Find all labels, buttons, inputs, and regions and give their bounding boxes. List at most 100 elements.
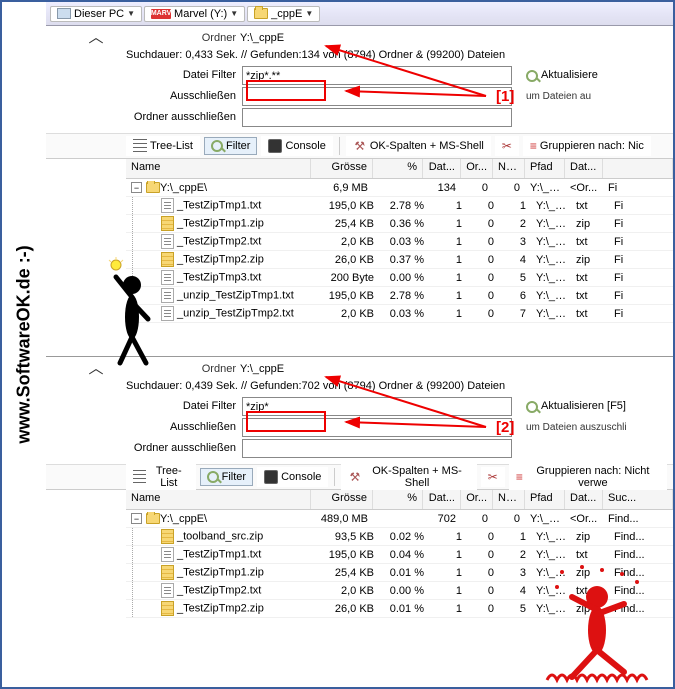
filter-button[interactable]: Filter [204,137,257,155]
cell-size: 6,9 MB [311,181,373,195]
col-ext[interactable]: Dat... [565,159,603,178]
filter-input[interactable] [242,397,512,416]
breadcrumb-pc[interactable]: Dieser PC ▼ [50,6,142,22]
table-row[interactable]: _TestZipTmp2.zip26,0 KB0.37 %104Y:\_c...… [126,251,673,269]
refresh-icon [526,70,538,82]
cell-nu: 5 [499,271,531,285]
cell-pfad: Y:\_c... [531,217,571,231]
cell-pct [373,187,423,189]
group-button[interactable]: ≡Gruppieren nach: Nic [523,136,651,156]
table-row[interactable]: − Y:\_cppE\6,9 MB13400Y:\_c...<Or...Fi [126,179,673,197]
refresh-link[interactable]: Aktualisiere [526,67,598,84]
refresh-icon [526,401,538,413]
cell-or: 0 [467,253,499,267]
cell-ext: txt [571,289,609,303]
col-nu[interactable]: Nu... [493,159,525,178]
drive-icon: MARV [151,9,171,19]
col-ext[interactable]: Dat... [565,490,603,509]
tree-list-button[interactable]: Tree-List [126,136,200,156]
cell-pct: 0.01 % [379,566,429,580]
breadcrumb-drive-label: Marvel (Y:) [174,8,227,20]
table-row[interactable]: _TestZipTmp2.zip26,0 KB0.01 %105Y:\_c...… [126,600,673,618]
cell-size: 195,0 KB [317,199,379,213]
folder-icon [146,182,160,193]
col-pct[interactable]: % [373,490,423,509]
group-icon: ≡ [530,139,537,153]
info-area: OrdnerY:\_cppESuchdauer: 0,439 Sek. // G… [46,357,673,464]
cell-name: _TestZipTmp1.zip [132,564,317,581]
col-last[interactable]: Suc... [603,490,673,509]
cell-name: _unzip_TestZipTmp1.txt [132,287,317,304]
col-pfad[interactable]: Pfad [525,490,565,509]
col-or[interactable]: Or... [461,490,493,509]
cell-size: 2,0 KB [317,307,379,321]
zip-file-icon [161,601,174,616]
cell-pfad: Y:\_c... [531,307,571,321]
cell-size: 26,0 KB [317,602,379,616]
cell-last: Fi [609,253,673,267]
refresh-link[interactable]: Aktualisieren [F5] [526,398,626,415]
cell-ext: txt [571,199,609,213]
col-dat[interactable]: Dat... [423,490,461,509]
info-area: OrdnerY:\_cppESuchdauer: 0,433 Sek. // G… [46,26,673,133]
cell-pfad: Y:\_c... [531,199,571,213]
col-size[interactable]: Grösse [311,159,373,178]
col-dat[interactable]: Dat... [423,159,461,178]
chevron-down-icon: ▼ [127,9,135,18]
table-row[interactable]: _toolband_src.zip93,5 KB0.02 %101Y:\_c..… [126,528,673,546]
table-row[interactable]: _TestZipTmp3.txt200 Byte0.00 %105Y:\_c..… [126,269,673,287]
cell-size: 25,4 KB [317,566,379,580]
hammer-icon [348,470,361,484]
breadcrumb-folder-label: _cppE [271,8,302,20]
tools-icon: ✂ [502,139,512,153]
console-button[interactable]: Console [261,136,332,156]
cell-nu: 1 [499,199,531,213]
col-name[interactable]: Name [126,490,311,509]
breadcrumb: Dieser PC ▼ MARV Marvel (Y:) ▼ _cppE ▼ [46,2,673,26]
col-size[interactable]: Grösse [311,490,373,509]
txt-file-icon [161,547,174,562]
filter-label: Datei Filter [126,398,236,415]
zip-file-icon [161,565,174,580]
columns-button[interactable]: OK-Spalten + MS-Shell [341,462,476,492]
col-name[interactable]: Name [126,159,311,178]
table-row[interactable]: − Y:\_cppE\489,0 MB70200Y:\_c...<Or...Fi… [126,510,673,528]
table-row[interactable]: _unzip_TestZipTmp2.txt2,0 KB0.03 %107Y:\… [126,305,673,323]
collapse-toggle[interactable]: − [131,513,142,524]
exclude-input[interactable] [242,418,512,437]
breadcrumb-folder[interactable]: _cppE ▼ [247,6,320,22]
table-row[interactable]: _TestZipTmp1.txt195,0 KB2.78 %101Y:\_c..… [126,197,673,215]
filter-input[interactable] [242,66,512,85]
col-pct[interactable]: % [373,159,423,178]
cell-size: 26,0 KB [317,253,379,267]
collapse-toggle[interactable]: − [131,182,142,193]
folder-exclude-input[interactable] [242,439,512,458]
tree-list-button[interactable]: Tree-List [126,462,196,492]
col-or[interactable]: Or... [461,159,493,178]
watermark-text: www.SoftwareOK.de :-) [14,245,35,443]
breadcrumb-pc-label: Dieser PC [74,8,124,20]
col-nu[interactable]: Nu... [493,490,525,509]
tools-button[interactable]: ✂ [495,136,519,156]
cell-dat: 1 [429,289,467,303]
columns-button[interactable]: OK-Spalten + MS-Shell [346,136,491,156]
filter-button[interactable]: Filter [200,468,253,486]
breadcrumb-drive[interactable]: MARV Marvel (Y:) ▼ [144,6,245,22]
tools-button[interactable]: ✂ [481,467,505,487]
table-row[interactable]: _TestZipTmp1.zip25,4 KB0.36 %102Y:\_c...… [126,215,673,233]
table-row[interactable]: _unzip_TestZipTmp1.txt195,0 KB2.78 %106Y… [126,287,673,305]
folder-exclude-input[interactable] [242,108,512,127]
cell-last: Fi [609,199,673,213]
console-button[interactable]: Console [257,467,328,487]
table-row[interactable]: _TestZipTmp1.txt195,0 KB0.04 %102Y:\_c..… [126,546,673,564]
table-row[interactable]: _TestZipTmp2.txt2,0 KB0.03 %103Y:\_c...t… [126,233,673,251]
group-button[interactable]: ≡Gruppieren nach: Nicht verwe [509,462,667,492]
zip-file-icon [161,252,174,267]
cell-dat: 1 [429,584,467,598]
col-pfad[interactable]: Pfad [525,159,565,178]
table-row[interactable]: _TestZipTmp1.zip25,4 KB0.01 %103Y:\_c...… [126,564,673,582]
cell-pfad: Y:\_c... [531,253,571,267]
col-last[interactable] [603,159,673,178]
table-row[interactable]: _TestZipTmp2.txt2,0 KB0.00 %104Y:\_c...t… [126,582,673,600]
exclude-input[interactable] [242,87,512,106]
